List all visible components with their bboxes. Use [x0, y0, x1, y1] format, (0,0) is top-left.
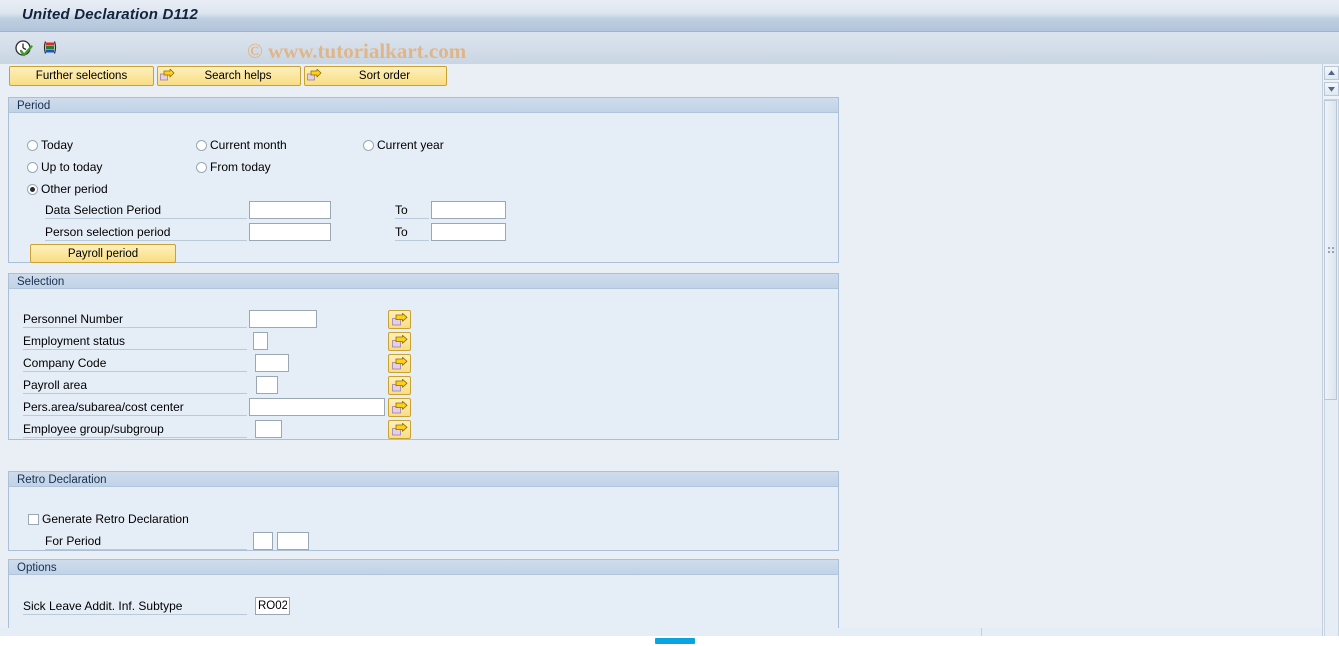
for-period-input-1[interactable]	[253, 532, 273, 550]
sort-order-button[interactable]: Sort order	[304, 66, 447, 86]
multiple-selection-arrow-icon	[392, 401, 408, 414]
personnel-number-label: Personnel Number	[23, 312, 247, 328]
scrollbar-thumb[interactable]	[1324, 100, 1337, 400]
sick-leave-subtype-input[interactable]	[255, 597, 290, 615]
scroll-up-button[interactable]	[1324, 66, 1339, 80]
sick-leave-subtype-label: Sick Leave Addit. Inf. Subtype	[23, 599, 247, 615]
multiple-selection-arrow-icon	[392, 357, 408, 370]
multiple-selection-arrow-icon	[392, 423, 408, 436]
radio-current-month[interactable]: Current month	[196, 138, 287, 152]
vertical-scrollbar[interactable]	[1322, 64, 1339, 646]
radio-current-year-label: Current year	[377, 138, 444, 152]
person-selection-period-to-label: To	[395, 225, 429, 241]
sort-order-label: Sort order	[358, 70, 411, 82]
triangle-down-icon	[1328, 87, 1335, 92]
page-title: United Declaration D112	[22, 6, 199, 23]
period-panel-body: Today Current month Current year Up to t…	[9, 113, 838, 263]
further-selections-button[interactable]: Further selections	[9, 66, 154, 86]
radio-from-today[interactable]: From today	[196, 160, 271, 174]
radio-from-today-label: From today	[210, 160, 271, 174]
radio-circle-icon	[27, 161, 38, 173]
employee-group-multi-select-button[interactable]	[388, 420, 411, 439]
data-selection-period-label: Data Selection Period	[45, 203, 247, 219]
radio-current-month-label: Current month	[210, 138, 287, 152]
payroll-area-input[interactable]	[256, 376, 278, 394]
options-panel-body: Sick Leave Addit. Inf. Subtype Head Tax …	[9, 575, 838, 646]
arrow-right-icon	[160, 68, 175, 83]
arrow-right-icon	[307, 68, 322, 83]
retro-declaration-panel: Retro Declaration Generate Retro Declara…	[8, 471, 839, 551]
for-period-label: For Period	[45, 534, 247, 550]
radio-up-to-today-label: Up to today	[41, 160, 103, 174]
checkbox-square-icon	[28, 513, 39, 525]
options-panel-title: Options	[9, 560, 838, 575]
horizontal-scrollbar-thumb[interactable]	[655, 638, 695, 644]
payroll-area-multi-select-button[interactable]	[388, 376, 411, 395]
period-panel: Period Today Current month Current year …	[8, 97, 839, 263]
person-selection-period-to-input[interactable]	[431, 223, 506, 241]
multiple-selection-arrow-icon	[392, 379, 408, 392]
pers-area-subarea-cost-center-input[interactable]	[249, 398, 385, 416]
period-panel-title: Period	[9, 98, 838, 113]
multiple-selection-arrow-icon	[392, 335, 408, 348]
employee-group-subgroup-input[interactable]	[255, 420, 282, 438]
pers-area-subarea-cost-center-label: Pers.area/subarea/cost center	[23, 400, 247, 416]
selection-panel-body: Personnel Number Employment status Compa…	[9, 289, 838, 439]
person-selection-period-label: Person selection period	[45, 225, 247, 241]
search-helps-button[interactable]: Search helps	[157, 66, 301, 86]
radio-current-year[interactable]: Current year	[363, 138, 444, 152]
for-period-input-2[interactable]	[277, 532, 309, 550]
radio-circle-icon	[196, 161, 207, 173]
radio-circle-icon	[363, 139, 374, 151]
bottom-strip	[0, 628, 1322, 636]
radio-today[interactable]: Today	[27, 138, 73, 152]
selection-panel-title: Selection	[9, 274, 838, 289]
selection-toolbar: Further selections Search helps Sort ord…	[0, 66, 1339, 88]
sap-selection-screen: United Declaration D112 © www.tutorialka…	[0, 0, 1339, 646]
clock-check-icon[interactable]	[14, 39, 34, 59]
personnel-number-input[interactable]	[249, 310, 317, 328]
radio-today-label: Today	[41, 138, 74, 152]
payroll-period-button[interactable]: Payroll period	[30, 244, 176, 263]
triangle-up-icon	[1328, 70, 1335, 75]
radio-other-period-label: Other period	[41, 182, 108, 196]
employment-status-input[interactable]	[253, 332, 268, 350]
employment-status-multi-select-button[interactable]	[388, 332, 411, 351]
employee-group-subgroup-label: Employee group/subgroup	[23, 422, 247, 438]
radio-up-to-today[interactable]: Up to today	[27, 160, 102, 174]
company-code-input[interactable]	[255, 354, 289, 372]
personnel-number-multi-select-button[interactable]	[388, 310, 411, 329]
application-toolbar	[0, 32, 1339, 65]
grip-dots-icon	[1328, 247, 1335, 254]
company-code-label: Company Code	[23, 356, 247, 372]
selection-panel: Selection Personnel Number Employment st…	[8, 273, 839, 440]
radio-circle-icon	[196, 139, 207, 151]
data-selection-period-to-label: To	[395, 203, 429, 219]
radio-other-period[interactable]: Other period	[27, 182, 108, 196]
retro-panel-title: Retro Declaration	[9, 472, 838, 487]
radio-circle-icon	[27, 139, 38, 151]
options-panel: Options Sick Leave Addit. Inf. Subtype H…	[8, 559, 839, 646]
pers-area-multi-select-button[interactable]	[388, 398, 411, 417]
data-selection-period-to-input[interactable]	[431, 201, 506, 219]
horizontal-scrollbar[interactable]	[0, 636, 1339, 646]
retro-panel-body: Generate Retro Declaration For Period	[9, 487, 838, 550]
generate-retro-declaration-checkbox[interactable]: Generate Retro Declaration	[28, 512, 189, 526]
scroll-down-button[interactable]	[1324, 82, 1339, 96]
window-title-bar: United Declaration D112	[0, 0, 1339, 32]
search-helps-label: Search helps	[204, 70, 272, 82]
generate-retro-declaration-label: Generate Retro Declaration	[42, 512, 189, 526]
company-code-multi-select-button[interactable]	[388, 354, 411, 373]
radio-circle-selected-icon	[27, 183, 38, 195]
multiple-selection-arrow-icon	[392, 313, 408, 326]
display-variant-icon[interactable]	[40, 39, 60, 59]
payroll-area-label: Payroll area	[23, 378, 247, 394]
data-selection-period-from-input[interactable]	[249, 201, 331, 219]
person-selection-period-from-input[interactable]	[249, 223, 331, 241]
employment-status-label: Employment status	[23, 334, 247, 350]
